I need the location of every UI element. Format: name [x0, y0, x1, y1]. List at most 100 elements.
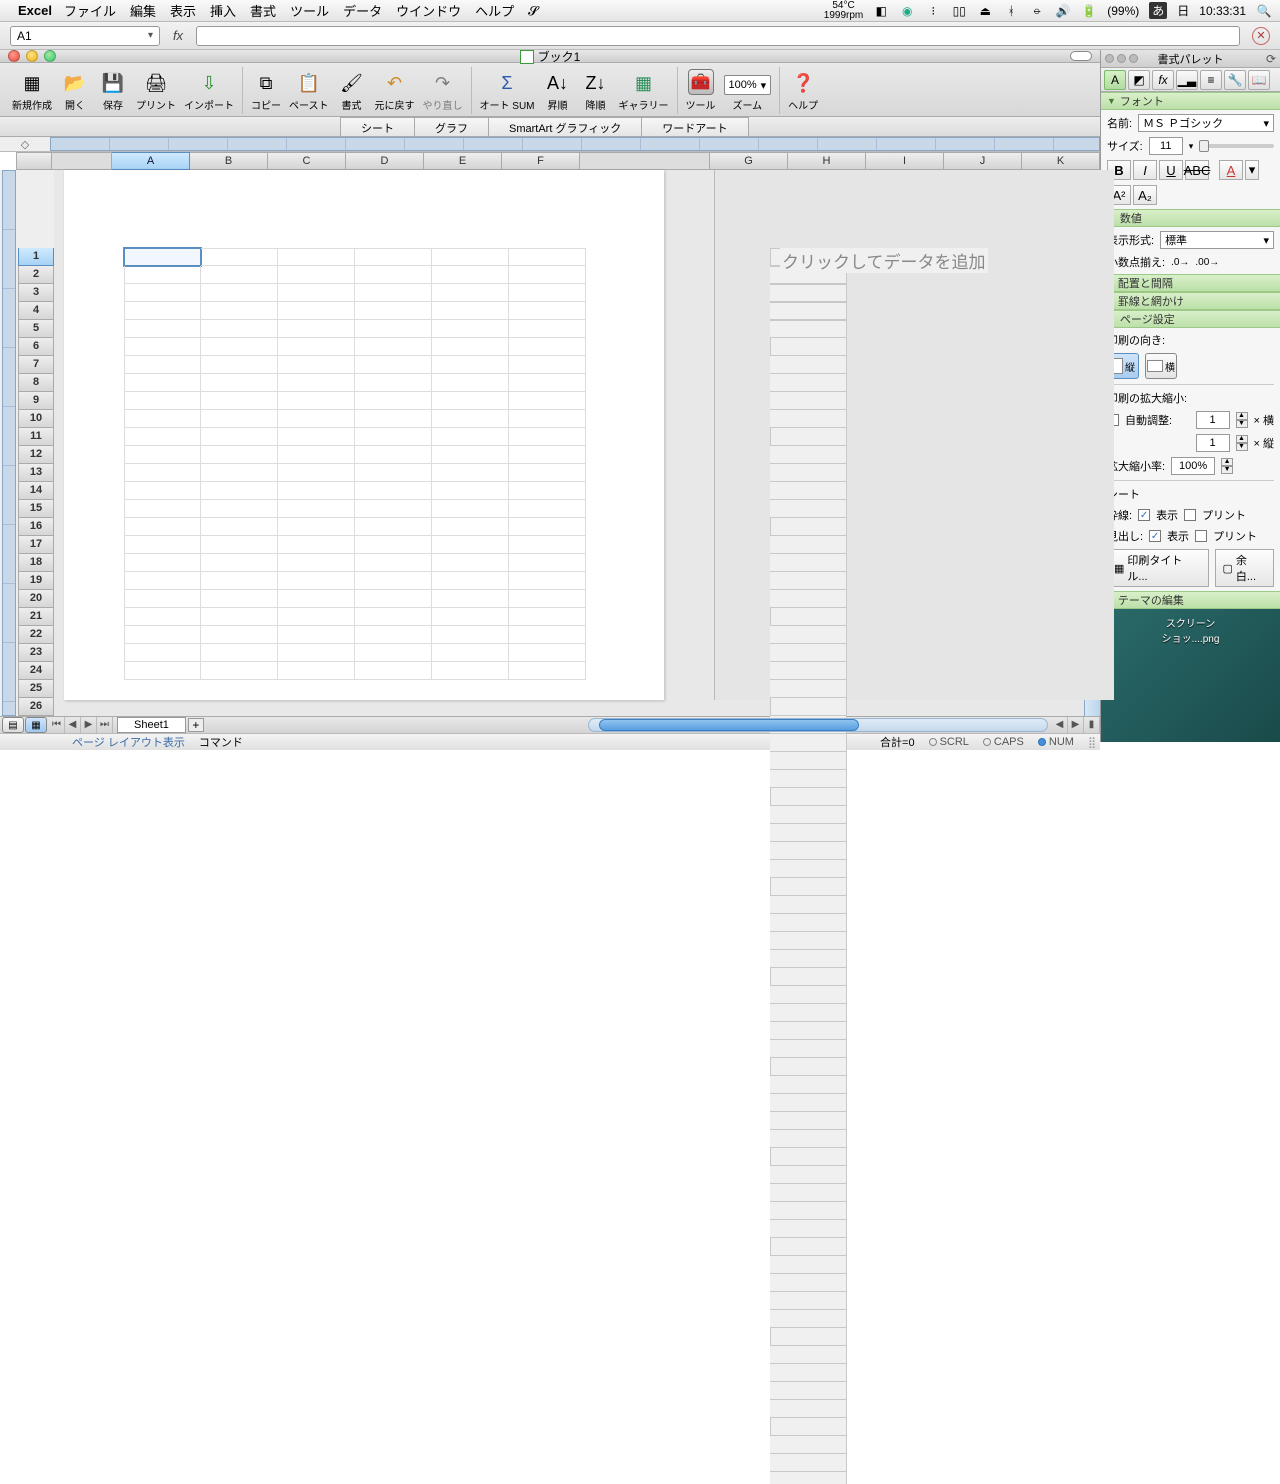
cell[interactable]	[509, 248, 586, 266]
zoom-control[interactable]: 100%▾ズーム	[722, 67, 774, 114]
font-name-select[interactable]: ＭＳ Ｐゴシック▾	[1138, 114, 1274, 132]
cell[interactable]	[124, 500, 201, 518]
cell[interactable]	[278, 410, 355, 428]
cell[interactable]	[124, 644, 201, 662]
cell[interactable]	[278, 482, 355, 500]
grid-show-checkbox[interactable]: ✓	[1138, 509, 1150, 521]
cell[interactable]	[770, 1346, 847, 1364]
cell[interactable]	[278, 392, 355, 410]
view-mode-label[interactable]: ページ レイアウト表示	[72, 734, 185, 750]
ime-indicator[interactable]: あ	[1149, 2, 1167, 19]
italic-button[interactable]: I	[1133, 160, 1157, 180]
row-header-4[interactable]: 4	[18, 302, 54, 320]
cell[interactable]	[770, 1364, 847, 1382]
menu-tools[interactable]: ツール	[290, 1, 329, 20]
cell[interactable]	[432, 248, 509, 266]
tab-nav-first[interactable]: ⏮	[49, 717, 65, 733]
cell[interactable]	[509, 266, 586, 284]
section-page[interactable]: ▼ページ設定	[1101, 310, 1280, 328]
cell[interactable]	[432, 644, 509, 662]
cell[interactable]	[432, 392, 509, 410]
cell[interactable]	[278, 608, 355, 626]
cell[interactable]	[770, 482, 847, 500]
window-zoom-button[interactable]	[44, 50, 56, 62]
palette-tab-review[interactable]: ≡	[1200, 70, 1222, 90]
cell[interactable]	[278, 626, 355, 644]
cell[interactable]	[770, 608, 847, 626]
cell[interactable]	[770, 1220, 847, 1238]
cell[interactable]	[201, 536, 278, 554]
cell[interactable]	[770, 1472, 847, 1484]
cell[interactable]	[278, 428, 355, 446]
cell[interactable]	[201, 284, 278, 302]
cell[interactable]	[509, 554, 586, 572]
row-header-8[interactable]: 8	[18, 374, 54, 392]
row-header-18[interactable]: 18	[18, 554, 54, 572]
font-size-input[interactable]	[1149, 137, 1183, 155]
cell[interactable]	[201, 482, 278, 500]
row-header-17[interactable]: 17	[18, 536, 54, 554]
import-button[interactable]: ⇩インポート	[182, 67, 236, 114]
cell[interactable]	[278, 554, 355, 572]
cell[interactable]	[509, 590, 586, 608]
clock-time[interactable]: 10:33:31	[1199, 4, 1246, 18]
menubar-extra-3[interactable]: ⁝	[925, 4, 941, 18]
cell[interactable]	[201, 356, 278, 374]
menu-edit[interactable]: 編集	[130, 1, 156, 20]
cell[interactable]	[124, 374, 201, 392]
cell[interactable]	[770, 1040, 847, 1058]
cell[interactable]	[770, 698, 847, 716]
cell[interactable]	[509, 662, 586, 680]
cell[interactable]	[278, 572, 355, 590]
row-header-20[interactable]: 20	[18, 590, 54, 608]
hscroll-thumb[interactable]	[599, 719, 859, 731]
cell[interactable]	[770, 1076, 847, 1094]
cell[interactable]	[355, 500, 432, 518]
cell[interactable]	[770, 968, 847, 986]
font-color-button[interactable]: A	[1219, 160, 1243, 180]
add-data-placeholder[interactable]: クリックしてデータを追加	[780, 248, 988, 273]
cell[interactable]	[124, 410, 201, 428]
cell[interactable]	[201, 302, 278, 320]
cell[interactable]	[355, 320, 432, 338]
cell[interactable]	[509, 338, 586, 356]
tab-smartart[interactable]: SmartArt グラフィック	[488, 117, 642, 136]
cell[interactable]	[355, 392, 432, 410]
undo-button[interactable]: ↶元に戻す	[373, 67, 417, 114]
app-name[interactable]: Excel	[18, 3, 52, 18]
cell[interactable]	[278, 536, 355, 554]
copy-button[interactable]: ⧉コピー	[249, 67, 283, 114]
decrease-decimal-button[interactable]: .00→	[1195, 257, 1219, 268]
grid-print-checkbox[interactable]	[1184, 509, 1196, 521]
col-header-d[interactable]: D	[346, 152, 424, 170]
underline-button[interactable]: U	[1159, 160, 1183, 180]
col-header-e[interactable]: E	[424, 152, 502, 170]
menubar-extra-1[interactable]: ◧	[873, 4, 889, 18]
cell[interactable]	[509, 608, 586, 626]
cell[interactable]	[355, 302, 432, 320]
menu-data[interactable]: データ	[343, 1, 382, 20]
cell[interactable]	[432, 482, 509, 500]
cell[interactable]	[432, 374, 509, 392]
cell[interactable]	[770, 1094, 847, 1112]
cell[interactable]	[278, 464, 355, 482]
cell[interactable]	[201, 320, 278, 338]
window-minimize-button[interactable]	[26, 50, 38, 62]
cell[interactable]	[432, 302, 509, 320]
row-header-19[interactable]: 19	[18, 572, 54, 590]
cell[interactable]	[201, 428, 278, 446]
col-header-c[interactable]: C	[268, 152, 346, 170]
cell[interactable]	[770, 986, 847, 1004]
resize-grip-icon[interactable]: ⣿	[1088, 736, 1096, 749]
row-header-6[interactable]: 6	[18, 338, 54, 356]
tools-button[interactable]: 🧰ツール	[684, 67, 718, 114]
menu-file[interactable]: ファイル	[64, 1, 116, 20]
col-header-k[interactable]: K	[1022, 152, 1100, 170]
cell[interactable]	[432, 284, 509, 302]
cell[interactable]	[432, 500, 509, 518]
section-align[interactable]: ▶配置と間隔	[1101, 274, 1280, 292]
cell[interactable]	[124, 446, 201, 464]
cell[interactable]	[355, 428, 432, 446]
cell[interactable]	[770, 680, 847, 698]
cell[interactable]	[432, 428, 509, 446]
